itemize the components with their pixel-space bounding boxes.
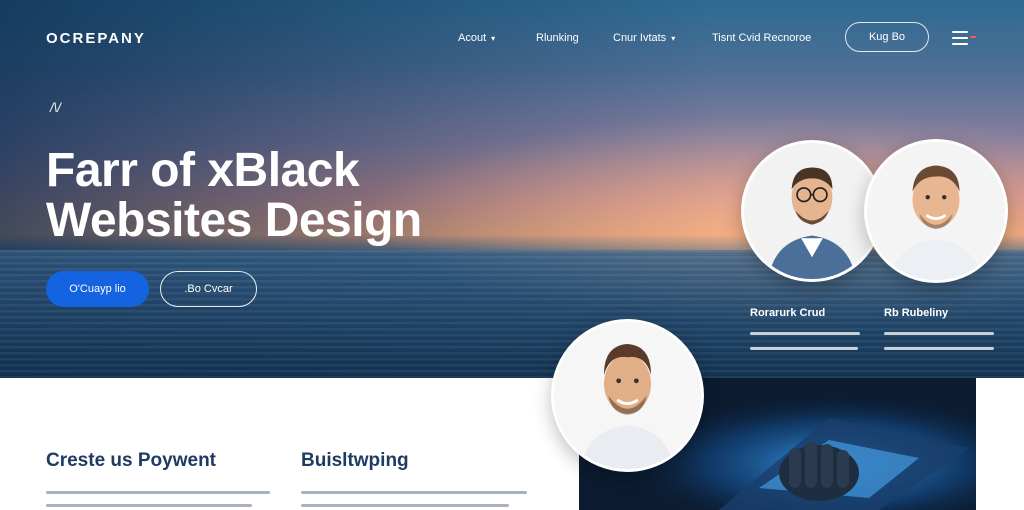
nav-item-label: Acout	[458, 32, 487, 44]
feature-text-line	[301, 504, 509, 507]
feature-title-1: Creste us Poywent	[46, 450, 216, 471]
headline-line-2: Websites Design	[46, 194, 422, 247]
person-portrait-icon	[867, 142, 1005, 280]
nav-item-tours[interactable]: Cnur Ivtats ▾	[613, 32, 675, 44]
nav-item-label: Rlunking	[536, 32, 579, 44]
hero-headline: Farr of xBlack Websites Design	[46, 146, 422, 246]
nav-item-running[interactable]: Rlunking	[536, 32, 579, 44]
nav-cta-button[interactable]: Kug Bo	[845, 22, 929, 52]
nav-item-about[interactable]: Acout ▾	[458, 32, 495, 44]
chevron-down-icon: ▾	[491, 34, 496, 43]
team-member-name-2: Rb Rubeliny	[884, 307, 949, 319]
chevron-down-icon: ▾	[671, 34, 676, 43]
nav-item-label: Tisnt Cvid Recnoroe	[712, 32, 812, 44]
headline-line-1: Farr of xBlack	[46, 144, 360, 197]
learn-more-button[interactable]: .Bo Cvcar	[160, 271, 257, 307]
hero-eyebrow: /\/	[50, 100, 61, 115]
feature-text-line	[46, 491, 270, 494]
team-member-bio-line	[884, 347, 994, 350]
person-portrait-icon	[744, 143, 880, 279]
get-started-button[interactable]: O'Cuayp lio	[46, 271, 149, 307]
nav-item-label: Cnur Ivtats	[613, 32, 667, 44]
team-member-bio-line	[884, 332, 994, 335]
team-member-bio-line	[750, 332, 860, 335]
feature-text-line	[46, 504, 252, 507]
person-portrait-icon	[554, 322, 701, 469]
notification-dot	[970, 36, 976, 38]
team-avatar-1[interactable]	[741, 140, 883, 282]
hamburger-icon[interactable]	[952, 31, 968, 45]
team-avatar-2[interactable]	[864, 139, 1008, 283]
team-member-name-1: Rorarurk Crud	[750, 307, 826, 319]
nav-item-resources[interactable]: Tisnt Cvid Recnoroe	[712, 32, 811, 44]
sea-background	[0, 250, 1024, 378]
team-member-bio-line	[750, 347, 858, 350]
team-avatar-3[interactable]	[551, 319, 704, 472]
feature-title-2: Buisltwping	[301, 450, 409, 471]
feature-text-line	[301, 491, 527, 494]
